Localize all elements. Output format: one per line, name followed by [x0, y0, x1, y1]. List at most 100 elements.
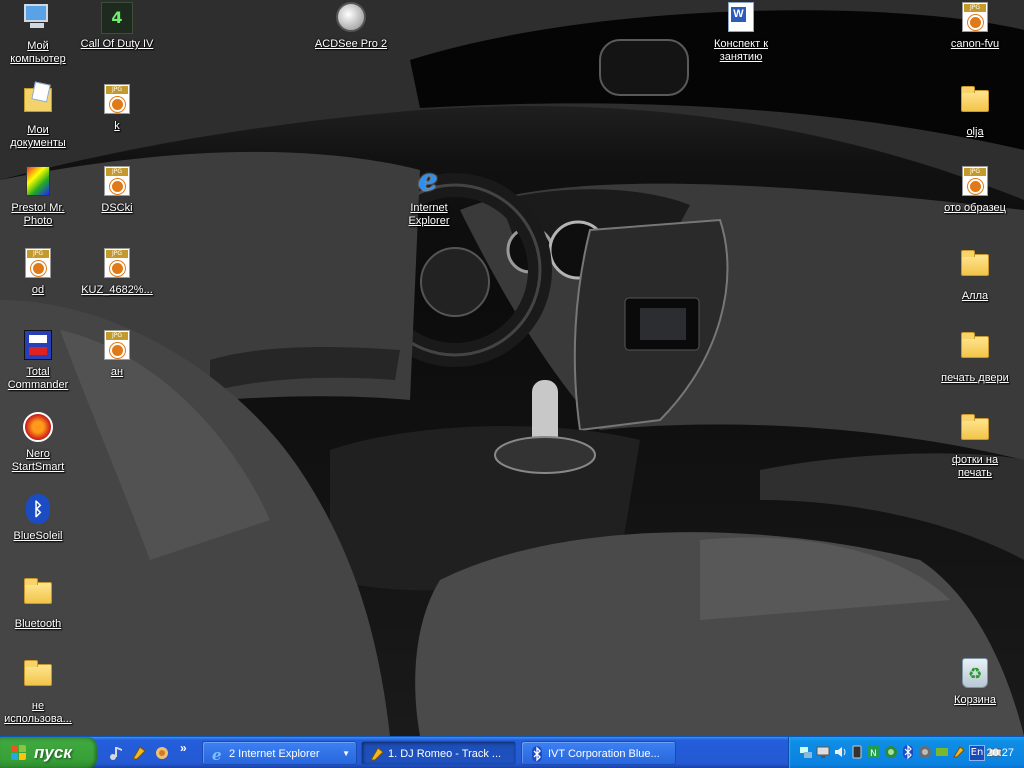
my-computer-icon	[22, 4, 54, 36]
desktop-icon-kuz[interactable]: JPG KUZ_4682%...	[79, 248, 155, 297]
task-button-winamp[interactable]: 1. DJ Romeo - Track ...	[361, 741, 516, 765]
desktop-icon-my-computer[interactable]: Мой компьютер	[0, 2, 76, 66]
desktop-icon-label: не использова...	[4, 700, 72, 725]
tray-winamp-icon[interactable]	[952, 745, 966, 759]
tray-volume-icon[interactable]	[833, 745, 847, 759]
desktop-icon-label: Мои документы	[10, 124, 66, 149]
tray-display-icon[interactable]	[935, 745, 949, 759]
task-button-bluesoleil[interactable]: IVT Corporation Blue...	[521, 741, 676, 765]
quick-launch-overflow-chevron[interactable]: »	[180, 741, 187, 755]
clock[interactable]: 20:27	[986, 737, 1014, 768]
desktop-icon-an[interactable]: JPG ан	[79, 330, 155, 379]
winamp-icon	[369, 746, 385, 762]
jpg-file-icon: JPG	[101, 330, 133, 362]
desktop-icon-total-commander[interactable]: Total Commander	[0, 330, 76, 392]
desktop-icon-label: печать двери	[941, 372, 1009, 384]
word-document-icon: W	[725, 2, 757, 34]
taskbar: пуск » e 2 Internet Explorer ▼ 1. DJ Rom…	[0, 736, 1024, 768]
desktop-icon-k[interactable]: JPG k	[79, 84, 155, 133]
tray-device-icon[interactable]	[850, 745, 864, 759]
desktop-icon-unused-folder[interactable]: не использова...	[0, 658, 76, 726]
desktop-icon-label: Total Commander	[7, 366, 69, 391]
folder-icon	[22, 660, 54, 696]
desktop-icon-label: ото образец	[944, 202, 1006, 214]
jpg-file-icon: JPG	[101, 248, 133, 280]
ie-icon: e	[210, 746, 226, 764]
tray-network-icon[interactable]	[799, 745, 813, 759]
quick-launch-messenger-icon[interactable]	[154, 745, 170, 761]
task-button-label: 1. DJ Romeo - Track ...	[388, 748, 502, 760]
call-of-duty-icon: 4	[101, 2, 133, 34]
desktop-icon-nero[interactable]: Nero StartSmart	[0, 412, 76, 474]
desktop-icon-label: canon-fvu	[950, 38, 1000, 50]
desktop-icon-label: ACDSee Pro 2	[314, 38, 388, 50]
quick-launch-music-icon[interactable]	[108, 745, 124, 761]
desktop-icon-acdsee[interactable]: ACDSee Pro 2	[313, 2, 389, 51]
desktop-icon-bluesoleil[interactable]: ᛒ BlueSoleil	[0, 494, 76, 543]
desktop-icon-label: Presto! Mr. Photo	[11, 202, 65, 227]
desktop-icon-label: KUZ_4682%...	[81, 284, 153, 296]
desktop-icon-label: фотки на печать	[951, 454, 999, 479]
desktop-icon-call-of-duty[interactable]: 4 Call Of Duty IV	[79, 2, 155, 51]
my-documents-icon	[22, 88, 54, 120]
jpg-file-icon: JPG	[22, 248, 54, 280]
desktop-icon-canon-fvu[interactable]: JPG canon-fvu	[937, 2, 1013, 51]
desktop-icon-recycle-bin[interactable]: Корзина	[937, 658, 1013, 707]
desktop-icon-label: Конспект к занятию	[713, 38, 769, 63]
folder-icon	[22, 578, 54, 614]
language-indicator[interactable]: En	[969, 745, 985, 761]
desktop-icon-label: DSCki	[101, 202, 133, 214]
start-button[interactable]: пуск	[0, 737, 97, 768]
jpg-file-icon: JPG	[101, 166, 133, 198]
desktop-icon-label: Internet Explorer	[408, 202, 450, 227]
desktop-icon-label: Bluetooth	[14, 618, 62, 630]
desktop-icon-label: BlueSoleil	[13, 530, 63, 542]
desktop-icon-obrazec[interactable]: JPG ото образец	[937, 166, 1013, 215]
jpg-file-icon: JPG	[959, 166, 991, 198]
jpg-file-icon: JPG	[959, 2, 991, 34]
desktop-icon-alla[interactable]: Алла	[937, 248, 1013, 303]
desktop-icon-konspekt[interactable]: W Конспект к занятию	[703, 2, 779, 64]
system-tray: N En 20:27	[788, 737, 1024, 768]
desktop-icon-od[interactable]: JPG od	[0, 248, 76, 297]
desktop-icon-my-documents[interactable]: Мои документы	[0, 84, 76, 150]
jpg-file-icon: JPG	[101, 84, 133, 116]
svg-text:e: e	[212, 746, 222, 762]
desktop-icon-label: Call Of Duty IV	[80, 38, 154, 50]
desktop-icon-label: ан	[110, 366, 124, 378]
task-button-internet-explorer[interactable]: e 2 Internet Explorer ▼	[202, 741, 357, 765]
desktop-icon-label: Мой компьютер	[10, 40, 66, 65]
desktop-icon-presto[interactable]: Presto! Mr. Photo	[0, 166, 76, 228]
desktop-icon-internet-explorer[interactable]: e Internet Explorer	[391, 166, 467, 228]
bluetooth-icon: ᛒ	[22, 494, 54, 526]
task-button-label: 2 Internet Explorer	[229, 748, 320, 760]
folder-icon	[959, 414, 991, 450]
windows-logo-icon	[11, 745, 28, 761]
desktop-icon-label: Nero StartSmart	[11, 448, 65, 473]
total-commander-icon	[22, 330, 54, 362]
acdsee-icon	[335, 2, 367, 34]
desktop-icon-dscki[interactable]: JPG DSCki	[79, 166, 155, 215]
tray-monitor-icon[interactable]	[816, 745, 830, 759]
quick-launch-winamp-icon[interactable]	[131, 745, 147, 761]
desktop-icon-label: od	[31, 284, 45, 296]
task-button-label: IVT Corporation Blue...	[548, 748, 660, 760]
start-label: пуск	[34, 743, 72, 762]
folder-icon	[959, 250, 991, 286]
tray-app-icon[interactable]: N	[867, 745, 881, 759]
presto-app-icon	[22, 166, 54, 198]
tray-nvidia-icon[interactable]	[918, 745, 932, 759]
desktop-icon-pechat-dveri[interactable]: печать двери	[937, 330, 1013, 385]
desktop-icon-label: Алла	[961, 290, 989, 302]
desktop-icon-label: k	[114, 120, 120, 132]
bluetooth-icon	[529, 746, 545, 762]
desktop-icon-olja[interactable]: olja	[937, 84, 1013, 139]
nero-icon	[22, 412, 54, 444]
desktop-icon-label: Корзина	[954, 694, 996, 706]
svg-text:N: N	[870, 749, 877, 759]
desktop-icon-bluetooth-folder[interactable]: Bluetooth	[0, 576, 76, 631]
tray-bluetooth-icon[interactable]	[901, 744, 915, 760]
desktop-icon-fotki[interactable]: фотки на печать	[937, 412, 1013, 480]
folder-icon	[959, 332, 991, 368]
tray-security-icon[interactable]	[884, 745, 898, 759]
